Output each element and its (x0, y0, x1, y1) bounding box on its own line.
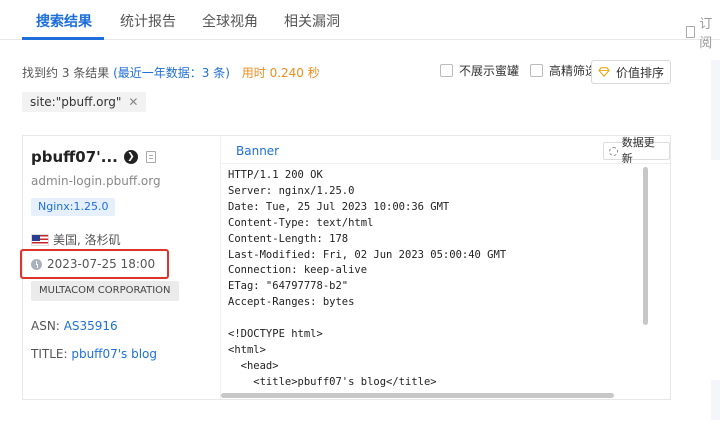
host-title: pbuff07'... ❯ (31, 148, 156, 166)
checkbox-box[interactable] (440, 64, 453, 77)
precise-filter-label: 高精筛选 (549, 64, 598, 78)
hide-honeypot-checkbox[interactable]: 不展示蜜罐 (440, 62, 519, 79)
close-icon[interactable]: ✕ (128, 92, 138, 112)
copy-icon[interactable] (145, 151, 156, 163)
banner-horizontal-scrollbar[interactable] (221, 393, 614, 398)
banner-text: HTTP/1.1 200 OK Server: nginx/1.25.0 Dat… (228, 169, 507, 388)
tab-statistics-report[interactable]: 统计报告 (120, 0, 176, 40)
side-panel-edge (711, 380, 720, 420)
result-tabs: 搜索结果 统计报告 全球视角 相关漏洞 订阅 (0, 0, 720, 51)
precise-filter-checkbox[interactable]: 高精筛选 (530, 62, 597, 79)
tab-search-results[interactable]: 搜索结果 (36, 0, 92, 40)
banner-vertical-scrollbar[interactable] (643, 167, 648, 325)
host-info-panel: pbuff07'... ❯ admin-login.pbuff.org Ngin… (20, 136, 221, 399)
subscribe-label: 订阅 (699, 17, 713, 51)
value-sort-label: 价值排序 (615, 65, 664, 80)
tab-global-view[interactable]: 全球视角 (202, 0, 258, 40)
hide-honeypot-label: 不展示蜜罐 (459, 64, 520, 78)
clock-icon (31, 258, 42, 270)
filter-bar: 不展示蜜罐 高精筛选 (440, 62, 608, 79)
active-tab-indicator (22, 37, 104, 40)
subscribe-icon (686, 26, 696, 38)
asn-label: ASN: (31, 319, 60, 333)
host-timestamp: 2023-07-25 18:00 (31, 257, 155, 271)
diamond-icon (598, 67, 610, 77)
subscribe-button[interactable]: 订阅 (686, 13, 720, 51)
recent-year-count[interactable]: (最近一年数据：3 条) (113, 66, 230, 80)
banner-tab[interactable]: Banner (236, 144, 279, 158)
timestamp-text: 2023-07-25 18:00 (47, 257, 156, 271)
asn-row: ASN: AS35916 (31, 319, 118, 333)
side-panel-edge (711, 60, 720, 160)
banner-panel: Banner 数据更新 HTTP/1.1 200 OK Server: ngin… (222, 136, 670, 399)
title-value[interactable]: pbuff07's blog (71, 347, 157, 361)
asn-value[interactable]: AS35916 (64, 319, 118, 333)
title-label: TITLE: (31, 347, 68, 361)
banner-content[interactable]: HTTP/1.1 200 OK Server: nginx/1.25.0 Dat… (228, 168, 664, 392)
organization-tag[interactable]: MULTACOM CORPORATION (31, 281, 179, 301)
value-sort-button[interactable]: 价值排序 (591, 60, 671, 84)
update-data-button[interactable]: 数据更新 (603, 136, 670, 165)
result-summary: 找到约 3 条结果 (最近一年数据：3 条) 用时 0.240 秒 (22, 64, 320, 81)
location-text: 美国, 洛杉矶 (53, 233, 121, 247)
us-flag-icon (31, 233, 49, 246)
tab-related-vulnerabilities[interactable]: 相关漏洞 (284, 0, 340, 40)
refresh-icon (609, 146, 618, 156)
result-card: pbuff07'... ❯ admin-login.pbuff.org Ngin… (20, 135, 671, 400)
host-domain[interactable]: admin-login.pbuff.org (31, 174, 161, 188)
banner-divider (222, 163, 670, 164)
result-count: 找到约 3 条结果 (22, 66, 110, 80)
open-link-icon[interactable]: ❯ (123, 150, 138, 164)
query-chip-text: site:"pbuff.org" (30, 95, 122, 109)
query-chip: site:"pbuff.org" ✕ (22, 92, 147, 112)
checkbox-box[interactable] (530, 64, 544, 77)
host-title-text[interactable]: pbuff07'... (31, 148, 118, 166)
server-tag[interactable]: Nginx:1.25.0 (31, 198, 116, 216)
host-location: 美国, 洛杉矶 (31, 231, 121, 248)
title-row: TITLE: pbuff07's blog (31, 347, 157, 361)
query-time: 用时 0.240 秒 (241, 66, 320, 80)
